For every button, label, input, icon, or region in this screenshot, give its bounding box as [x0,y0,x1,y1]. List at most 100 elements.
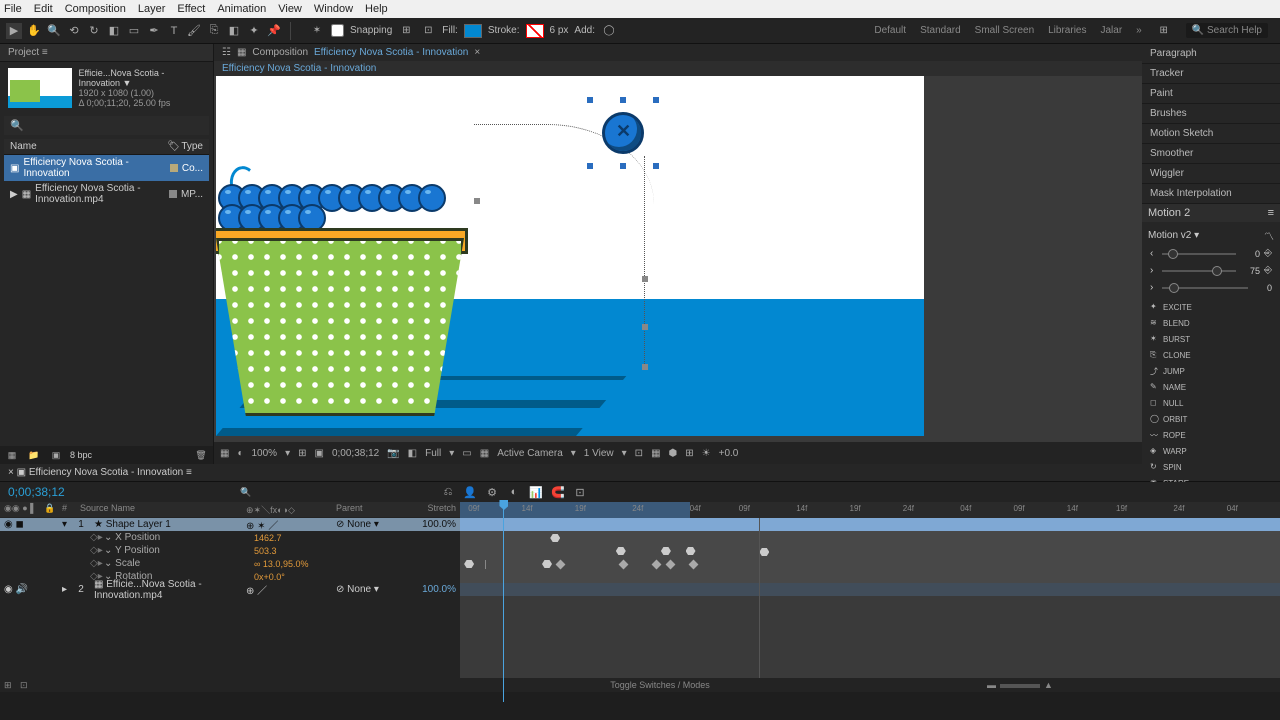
3d-icon[interactable]: ⬢ [669,448,678,459]
exposure-icon[interactable]: ☀ [702,448,711,459]
timeline-icon[interactable]: ⊞ [685,448,693,459]
clone-button[interactable]: ⎘CLONE [1150,348,1210,362]
blend-button[interactable]: ≋BLEND [1150,316,1210,330]
prop-yposition[interactable]: ◇▸⌄ Y Position503.3 [0,544,460,557]
menu-window[interactable]: Window [314,3,353,15]
path-handle[interactable] [474,198,480,204]
orbit-button[interactable]: ◯ORBIT [1150,412,1210,426]
motion-v2-dropdown[interactable]: Motion v2 ▾ [1148,230,1199,241]
selection-tool-icon[interactable]: ▶ [6,23,22,39]
menu-animation[interactable]: Animation [217,3,266,15]
rope-button[interactable]: 〰ROPE [1150,428,1210,442]
layer-bar-2[interactable] [460,583,1280,596]
grid-icon[interactable]: ⊞ [298,448,306,459]
tl-toggle1-icon[interactable]: ⊞ [0,680,20,691]
zoom-slider[interactable] [1000,684,1040,688]
search-help[interactable]: 🔍 Search Help [1186,23,1268,38]
menu-help[interactable]: Help [365,3,388,15]
asset-row-comp[interactable]: ▣ Efficiency Nova Scotia - Innovation Co… [4,155,209,181]
tl-a-icon[interactable]: ⊡ [572,484,588,500]
tl-shy-icon[interactable]: 👤 [462,484,478,500]
null-button[interactable]: ◻NULL [1150,396,1210,410]
home-icon[interactable]: ▦ [237,47,246,58]
panel-wiggler[interactable]: Wiggler [1142,164,1280,184]
rotate-tool-icon[interactable]: ↻ [86,23,102,39]
path-handle[interactable] [642,324,648,330]
spin-button[interactable]: ↻SPIN [1150,460,1210,474]
ws-standard[interactable]: Standard [920,25,961,36]
menu-view[interactable]: View [278,3,302,15]
alpha-icon[interactable]: ▦ [220,448,229,459]
tl-fx-icon[interactable]: ⚙ [484,484,500,500]
time-ruler[interactable]: 09f 14f 19f 24f 04f 09f 14f 19f 24f 04f … [460,502,1280,518]
fill-swatch[interactable] [464,24,482,38]
burst-button[interactable]: ✶BURST [1150,332,1210,346]
panel-tracker[interactable]: Tracker [1142,64,1280,84]
res-dropdown[interactable]: Full [425,448,441,459]
stroke-width[interactable]: 6 px [550,25,569,36]
resize-handle[interactable] [620,163,626,169]
panel-motion-sketch[interactable]: Motion Sketch [1142,124,1280,144]
prop-xposition[interactable]: ◇▸⌄ X Position1462.7 [0,531,460,544]
new-comp-icon[interactable]: ▣ [48,447,64,463]
playhead[interactable] [503,502,504,702]
slider-2[interactable]: ›75⎆ [1148,262,1274,279]
composition-viewer[interactable] [214,76,1142,442]
tl-toggle2-icon[interactable]: ⊡ [20,680,40,691]
bpc-label[interactable]: 8 bpc [70,450,92,460]
resize-handle[interactable] [653,163,659,169]
px-icon[interactable]: ⊡ [635,448,643,459]
snap-opt2-icon[interactable]: ⊡ [420,23,436,39]
stroke-swatch[interactable] [526,24,544,38]
zoom-out-icon[interactable]: ▬ [987,680,996,690]
project-search[interactable]: 🔍 [4,116,209,135]
hand-tool-icon[interactable]: ✋ [26,23,42,39]
trash-icon[interactable]: 🗑 [193,447,209,463]
timeline-tracks[interactable] [460,518,1280,678]
panel-brushes[interactable]: Brushes [1142,104,1280,124]
clone-tool-icon[interactable]: ⎘ [206,23,222,39]
layer-row-1[interactable]: ◉ ◼▾1 ★ Shape Layer 1 ⊕ ✶ ／ ⊘ None ▾ 100… [0,518,460,531]
zoom-tool-icon[interactable]: 🔍 [46,23,62,39]
ws-more-icon[interactable]: » [1136,25,1142,36]
menu-layer[interactable]: Layer [138,3,166,15]
flowchart-icon[interactable]: ☷ [222,47,231,58]
brush-tool-icon[interactable]: 🖌 [186,23,202,39]
slider-3[interactable]: ›0 [1148,279,1274,296]
timeline-tab[interactable]: × ▣ Efficiency Nova Scotia - Innovation … [0,464,1280,482]
resize-handle[interactable] [587,163,593,169]
roi-icon[interactable]: ▭ [462,448,471,459]
tc-value[interactable]: 0;00;38;12 [332,448,379,459]
mask-icon[interactable]: ◐ [237,448,243,459]
panel-paint[interactable]: Paint [1142,84,1280,104]
graph-icon[interactable]: 〽 [1264,228,1274,243]
panel-mask-interp[interactable]: Mask Interpolation [1142,184,1280,204]
transp-icon[interactable]: ▦ [480,448,489,459]
roto-tool-icon[interactable]: ✦ [246,23,262,39]
guides-icon[interactable]: ▣ [315,448,324,459]
comp-thumbnail[interactable] [8,68,72,108]
menu-effect[interactable]: Effect [177,3,205,15]
add-chevron-icon[interactable]: ◯ [601,23,617,39]
tl-graph-icon[interactable]: 📊 [528,484,544,500]
folder-icon[interactable]: 📁 [26,447,42,463]
ws-default[interactable]: Default [874,25,906,36]
panel-paragraph[interactable]: Paragraph [1142,44,1280,64]
eraser-tool-icon[interactable]: ◧ [226,23,242,39]
rect-tool-icon[interactable]: ▭ [126,23,142,39]
tl-draft-icon[interactable]: ⎌ [440,484,456,500]
ws-jalar[interactable]: Jalar [1100,25,1122,36]
comp-tab[interactable]: Efficiency Nova Scotia - Innovation [214,61,1142,76]
shape-star-icon[interactable]: ✶ [309,23,325,39]
orbit-tool-icon[interactable]: ⟲ [66,23,82,39]
channel-icon[interactable]: ◧ [408,448,417,459]
menu-composition[interactable]: Composition [65,3,126,15]
path-handle[interactable] [642,364,648,370]
camera-dropdown[interactable]: Active Camera [497,448,563,459]
ws-small[interactable]: Small Screen [975,25,1034,36]
puppet-tool-icon[interactable]: 📌 [266,23,282,39]
layer-row-2[interactable]: ◉ 🔊▸2 ▦ Efficie...Nova Scotia - Innovati… [0,583,460,596]
slider-1[interactable]: ‹0⎆ [1148,245,1274,262]
menu-edit[interactable]: Edit [34,3,53,15]
views-dropdown[interactable]: 1 View [584,448,614,459]
